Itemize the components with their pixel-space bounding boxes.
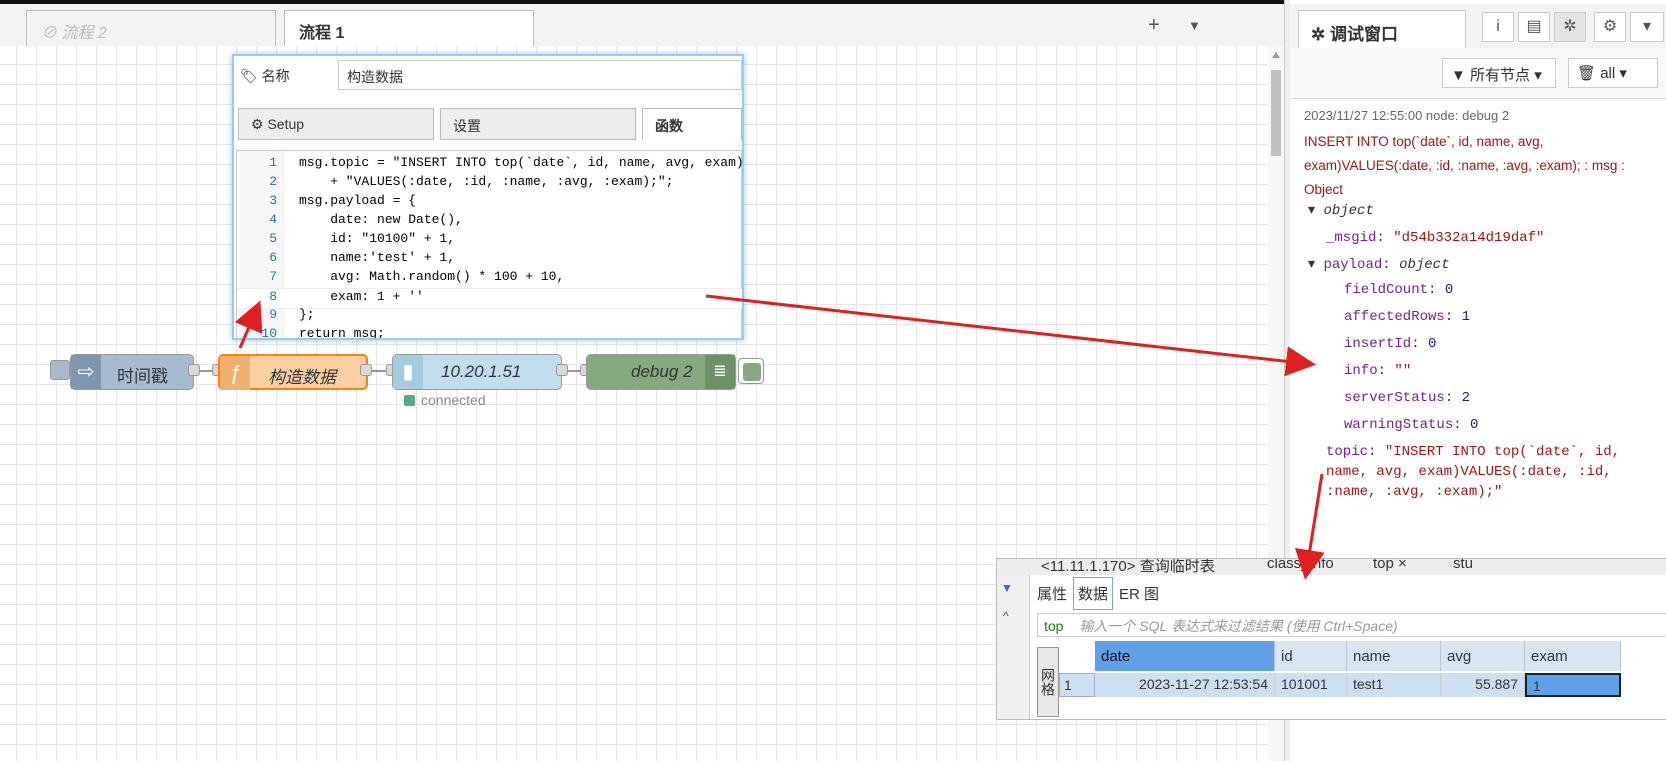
arrow-to-code (234, 300, 263, 349)
arrow-to-db (1294, 473, 1325, 580)
arrow-to-debug (705, 294, 1316, 377)
annotation-arrows (234, 294, 1325, 580)
